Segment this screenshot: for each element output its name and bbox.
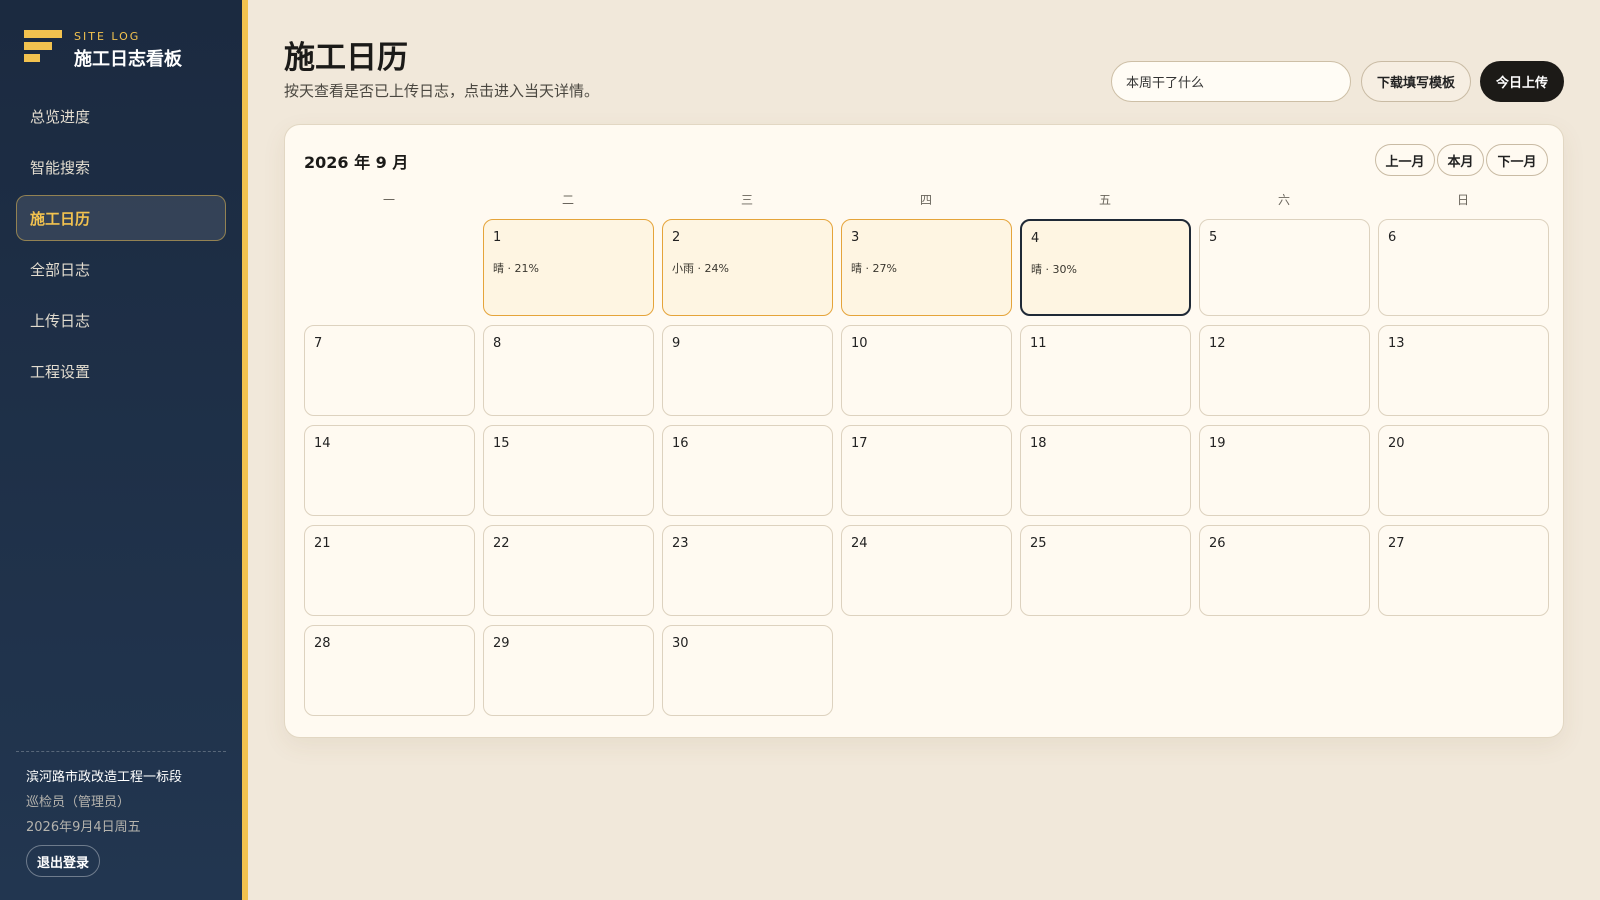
- page-subtitle: 按天查看是否已上传日志，点击进入当天详情。: [284, 82, 600, 100]
- calendar-day[interactable]: 17: [841, 425, 1012, 516]
- sidebar-item-all-logs[interactable]: 全部日志: [16, 246, 226, 292]
- day-log-summary: 晴 · 21%: [493, 262, 539, 275]
- upload-today-button[interactable]: 今日上传: [1480, 61, 1564, 102]
- calendar-day[interactable]: 18: [1020, 425, 1191, 516]
- sidebar-accent-bar: [242, 0, 248, 900]
- day-number: 6: [1388, 230, 1397, 245]
- sidebar: SITE LOG 施工日志看板 总览进度 智能搜索 施工日历 全部日志 上传日志…: [0, 0, 242, 900]
- logout-button[interactable]: 退出登录: [26, 845, 101, 877]
- day-number: 18: [1030, 436, 1047, 451]
- sidebar-footer: 滨河路市政改造工程一标段 巡检员（管理员） 2026年9月4日周五 退出登录: [16, 751, 226, 877]
- day-number: 10: [851, 336, 868, 351]
- search-input[interactable]: [1111, 61, 1351, 102]
- prev-month-button[interactable]: 上一月: [1375, 144, 1435, 176]
- calendar-day[interactable]: 25: [1020, 525, 1191, 616]
- day-number: 7: [314, 336, 323, 351]
- calendar-day[interactable]: 12: [1199, 325, 1370, 416]
- calendar-day[interactable]: 20: [1378, 425, 1549, 516]
- day-number: 21: [314, 536, 331, 551]
- calendar-day[interactable]: 3 晴 · 27%: [841, 219, 1012, 316]
- calendar-day[interactable]: 16: [662, 425, 833, 516]
- calendar-day[interactable]: 14: [304, 425, 475, 516]
- day-number: 8: [493, 336, 502, 351]
- day-number: 11: [1030, 336, 1047, 351]
- day-number: 16: [672, 436, 689, 451]
- page-title: 施工日历: [284, 40, 408, 76]
- sidebar-item-calendar[interactable]: 施工日历: [16, 195, 226, 241]
- calendar-day[interactable]: 11: [1020, 325, 1191, 416]
- day-log-summary: 小雨 · 24%: [672, 262, 729, 275]
- weekday-label: 六: [1277, 193, 1290, 207]
- weekday-label: 二: [561, 193, 574, 207]
- calendar-day[interactable]: 8: [483, 325, 654, 416]
- day-number: 19: [1209, 436, 1226, 451]
- current-date: 2026年9月4日周五: [26, 820, 141, 835]
- download-template-button[interactable]: 下载填写模板: [1361, 61, 1471, 102]
- calendar-day[interactable]: 28: [304, 625, 475, 716]
- sidebar-item-smart-search[interactable]: 智能搜索: [16, 144, 226, 190]
- calendar-day[interactable]: 29: [483, 625, 654, 716]
- sidebar-item-overview[interactable]: 总览进度: [16, 93, 226, 139]
- day-number: 4: [1031, 231, 1040, 246]
- day-number: 27: [1388, 536, 1405, 551]
- weekday-label: 一: [382, 193, 395, 207]
- day-number: 30: [672, 636, 689, 651]
- calendar-day[interactable]: 2 小雨 · 24%: [662, 219, 833, 316]
- day-log-summary: 晴 · 27%: [851, 262, 897, 275]
- day-number: 28: [314, 636, 331, 651]
- month-label: 2026 年 9 月: [304, 153, 409, 172]
- calendar-day[interactable]: 21: [304, 525, 475, 616]
- calendar-day[interactable]: 30: [662, 625, 833, 716]
- weekday-label: 日: [1456, 193, 1469, 207]
- calendar-day[interactable]: 4 晴 · 30%: [1020, 219, 1191, 316]
- logo-icon: [24, 30, 64, 64]
- next-month-button[interactable]: 下一月: [1486, 144, 1548, 176]
- day-number: 20: [1388, 436, 1405, 451]
- weekday-header: 一二三四五六日: [304, 191, 1543, 211]
- day-number: 1: [493, 230, 502, 245]
- project-name: 滨河路市政改造工程一标段: [26, 770, 183, 785]
- calendar-day[interactable]: 6: [1378, 219, 1549, 316]
- day-number: 14: [314, 436, 331, 451]
- brand-subtitle: SITE LOG: [74, 30, 141, 43]
- day-number: 24: [851, 536, 868, 551]
- day-number: 29: [493, 636, 510, 651]
- calendar-day[interactable]: 22: [483, 525, 654, 616]
- day-number: 25: [1030, 536, 1047, 551]
- calendar-day[interactable]: 27: [1378, 525, 1549, 616]
- calendar-day[interactable]: 7: [304, 325, 475, 416]
- day-number: 23: [672, 536, 689, 551]
- sidebar-item-project-settings[interactable]: 工程设置: [16, 348, 226, 394]
- calendar-day[interactable]: 24: [841, 525, 1012, 616]
- calendar-day[interactable]: 15: [483, 425, 654, 516]
- day-number: 12: [1209, 336, 1226, 351]
- day-number: 17: [851, 436, 868, 451]
- day-number: 2: [672, 230, 681, 245]
- calendar-day[interactable]: 26: [1199, 525, 1370, 616]
- calendar-day[interactable]: 10: [841, 325, 1012, 416]
- day-number: 22: [493, 536, 510, 551]
- calendar-day[interactable]: 9: [662, 325, 833, 416]
- current-month-button[interactable]: 本月: [1437, 144, 1484, 176]
- day-number: 13: [1388, 336, 1405, 351]
- weekday-label: 五: [1098, 193, 1111, 207]
- day-number: 3: [851, 230, 860, 245]
- day-log-summary: 晴 · 30%: [1031, 263, 1077, 276]
- weekday-label: 四: [919, 193, 932, 207]
- brand-title: 施工日志看板: [74, 49, 182, 70]
- day-number: 26: [1209, 536, 1226, 551]
- calendar-day[interactable]: 19: [1199, 425, 1370, 516]
- calendar-day[interactable]: 13: [1378, 325, 1549, 416]
- calendar-card: 2026 年 9 月 上一月 本月 下一月 一 二 三 四 五 六 日 1 晴 · 21% 2 小…: [284, 124, 1564, 738]
- weekday-label: 三: [740, 193, 753, 207]
- day-number: 9: [672, 336, 681, 351]
- calendar-day[interactable]: 23: [662, 525, 833, 616]
- sidebar-nav: 总览进度 智能搜索 施工日历 全部日志 上传日志 工程设置: [16, 93, 226, 399]
- day-number: 5: [1209, 230, 1218, 245]
- sidebar-item-upload-log[interactable]: 上传日志: [16, 297, 226, 343]
- calendar-day[interactable]: 5: [1199, 219, 1370, 316]
- day-number: 15: [493, 436, 510, 451]
- user-role: 巡检员（管理员）: [26, 795, 131, 810]
- calendar-day[interactable]: 1 晴 · 21%: [483, 219, 654, 316]
